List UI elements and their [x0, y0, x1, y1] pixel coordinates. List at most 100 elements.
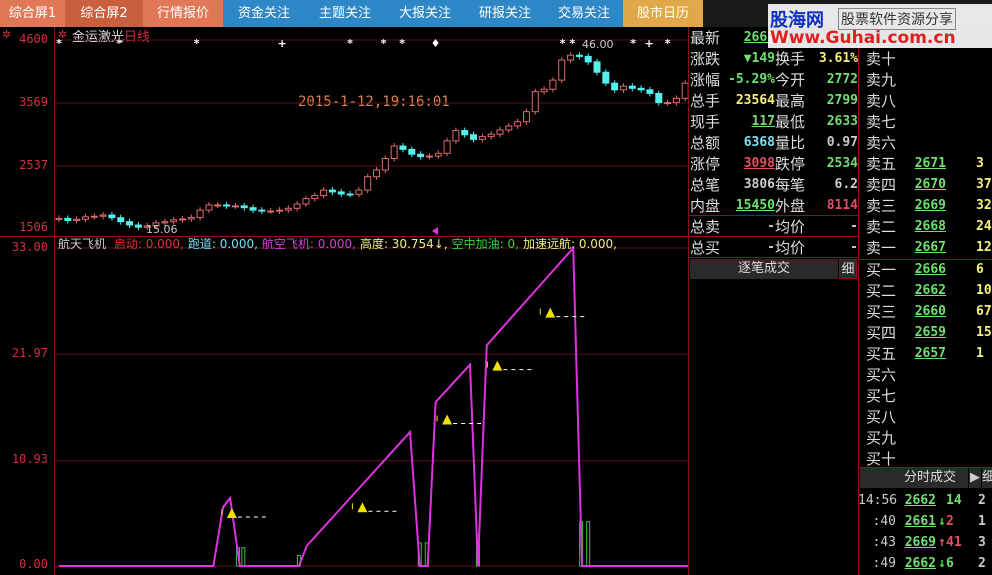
panel-divider [688, 27, 689, 575]
trades-divider [858, 467, 992, 468]
trade-time: :43 [872, 535, 896, 550]
level-price: 2659 [914, 325, 946, 340]
indicator-legend: 航天飞机 启动: 0.000, 跑道: 0.000, 航空飞机: 0.000, 高度:… [58, 235, 617, 252]
candle-down [646, 89, 654, 94]
quote-value: 8114 [826, 198, 858, 213]
candle-down [126, 221, 134, 226]
level-price: 2667 [914, 240, 946, 255]
bid-level: 买六 [866, 366, 897, 384]
quote-label: 总笔 [690, 176, 721, 194]
tab-2[interactable]: 综合屏2 [65, 0, 143, 27]
signal-star-icon: * [381, 37, 387, 50]
ask-level: 卖七 [866, 113, 897, 131]
level-volume: 6 [976, 262, 984, 277]
candle-up [672, 97, 680, 104]
ask-level: 卖三 [866, 197, 897, 215]
watermark-slogan: 股票软件资源分享 [838, 8, 956, 30]
candle-up [364, 176, 372, 191]
candle-up [73, 218, 81, 221]
quote-value: - [850, 240, 858, 255]
y-tick: 21.97 [11, 346, 48, 360]
tab-5[interactable]: 主题关注 [305, 0, 385, 27]
quote-value: 3.61% [818, 51, 858, 66]
trade-price: 2662 [904, 556, 936, 571]
candle-down [399, 145, 407, 150]
tab-9[interactable]: 股市日历 [623, 0, 703, 27]
quote-value: -5.29% [728, 72, 775, 87]
candle-up [619, 85, 627, 91]
quote-value: - [850, 219, 858, 234]
quote-value: 2534 [826, 156, 858, 171]
bid-level: 买七 [866, 387, 897, 405]
trade-price: 2661 [904, 514, 936, 529]
tick-detail-header[interactable]: 逐笔成交 [690, 259, 838, 279]
chart-canvas[interactable]: * * * + * * * ♦ * * * + *46.0015.06 [0, 27, 688, 575]
candle-up [496, 129, 504, 135]
tab-8[interactable]: 交易关注 [545, 0, 623, 27]
y-tick: 10.93 [11, 452, 48, 466]
ask-level: 卖一 [866, 239, 897, 257]
candle-down [584, 55, 592, 63]
detail-button[interactable]: 细 [839, 259, 857, 279]
tab-4[interactable]: 资金关注 [223, 0, 305, 27]
candle-down [602, 71, 610, 84]
candle-up [664, 102, 672, 105]
quote-value: - [767, 219, 775, 234]
candle-down [408, 148, 416, 155]
quote-value: - [767, 240, 775, 255]
tab-6[interactable]: 大报关注 [385, 0, 465, 27]
quote-label: 总买 [690, 239, 721, 257]
ask-level: 卖五 [866, 155, 897, 173]
candle-up [293, 203, 301, 209]
trade-time: 14:56 [858, 493, 898, 508]
candle-down [461, 130, 469, 136]
trade-count: 1 [978, 514, 986, 529]
candle-up [55, 217, 63, 221]
next-arrow-icon[interactable]: ▶ [969, 468, 981, 488]
indicator-name[interactable]: 航天飞机 [58, 237, 106, 251]
indicator-line [59, 245, 688, 567]
candle-up [381, 157, 389, 171]
trades-header[interactable]: 分时成交 [860, 468, 968, 488]
level-price: 2662 [914, 283, 946, 298]
level-volume: 3 [976, 156, 984, 171]
tab-3[interactable]: 行情报价 [143, 0, 223, 27]
level-volume: 10 [976, 283, 992, 298]
bid-level: 买五 [866, 345, 897, 363]
tab-7[interactable]: 研报关注 [465, 0, 545, 27]
candle-down [470, 134, 478, 140]
quote-value: 2799 [826, 93, 858, 108]
warning-triangle-icon [545, 307, 556, 318]
candle-up [540, 88, 548, 93]
candle-up [284, 207, 292, 211]
tab-1[interactable]: 综合屏1 [0, 0, 65, 27]
candle-down [637, 87, 645, 91]
candle-down [64, 217, 72, 221]
candle-up [505, 125, 513, 131]
warning-triangle-icon [226, 508, 237, 518]
signal-star-icon: * [569, 37, 575, 50]
ask-level: 卖九 [866, 71, 897, 89]
candle-up [452, 130, 460, 142]
candle-down [328, 189, 336, 193]
candle-up [187, 216, 195, 220]
candle-down [117, 217, 125, 223]
indicator-param: 启动: 0.000, [113, 237, 184, 251]
quote-value: 0.97 [826, 135, 858, 150]
candle-up [514, 121, 522, 127]
trade-time: :40 [872, 514, 896, 529]
candle-up [549, 79, 557, 90]
quote-value: 6368 [743, 135, 775, 150]
candle-down [240, 205, 248, 209]
signal-star-icon: + [644, 37, 653, 50]
quote-value: 3806 [743, 177, 775, 192]
candle-down [258, 209, 266, 212]
candle-up [355, 189, 363, 195]
bid-level: 买二 [866, 282, 897, 300]
quote-label: 总手 [690, 92, 721, 110]
candle-up [231, 205, 239, 208]
candle-up [99, 214, 107, 217]
candle-down [611, 82, 619, 91]
quote-label: 总额 [690, 134, 721, 152]
trade-volume: 14 [946, 493, 962, 508]
